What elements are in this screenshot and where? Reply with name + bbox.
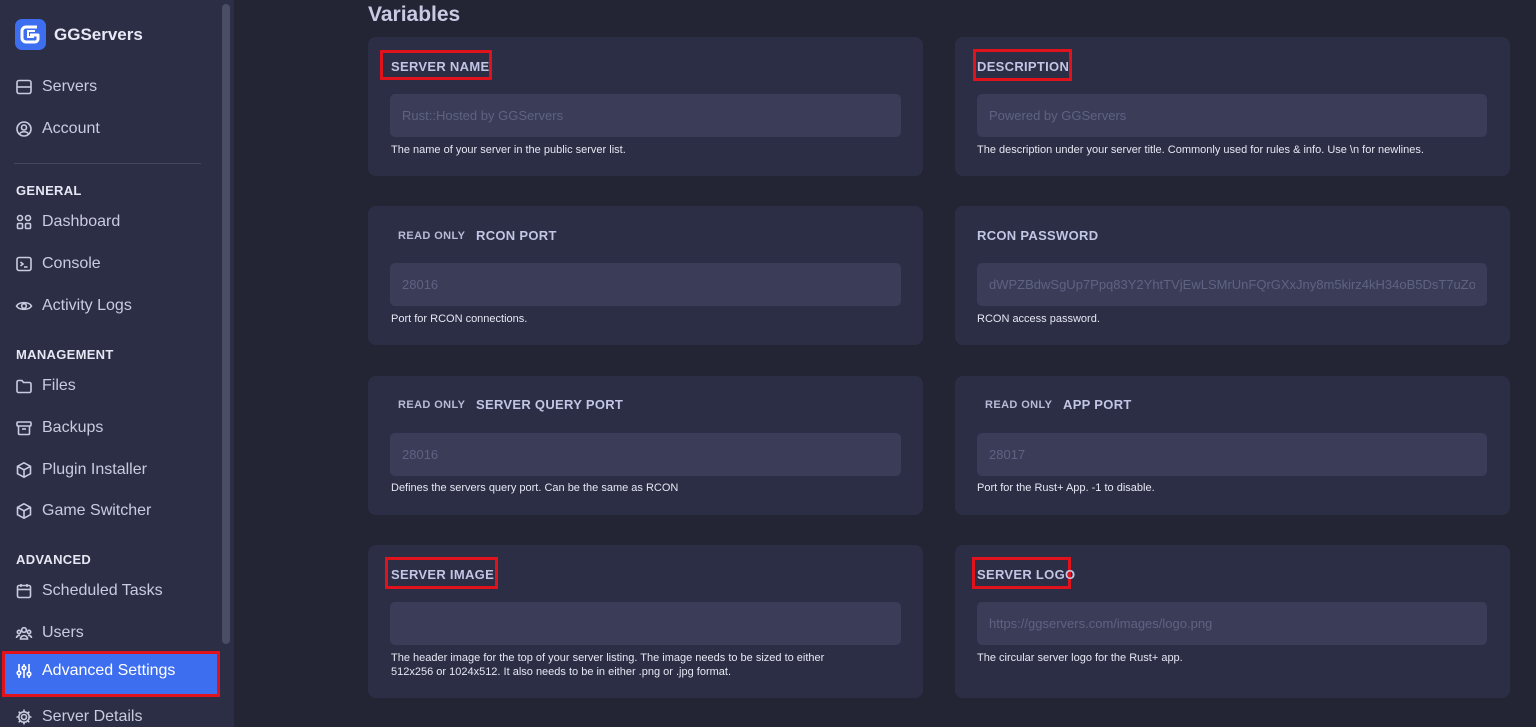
sidebar-item-scheduled-tasks[interactable]: Scheduled Tasks	[15, 579, 163, 603]
sidebar-item-game-switcher[interactable]: Game Switcher	[15, 499, 151, 523]
rcon-port-input[interactable]	[390, 263, 901, 306]
sidebar-item-label: Files	[42, 377, 76, 394]
sidebar-item-backups[interactable]: Backups	[15, 416, 103, 440]
folder-icon	[16, 379, 32, 394]
variable-help-text: Port for RCON connections.	[391, 313, 528, 325]
server-query-port-input[interactable]	[390, 433, 901, 476]
sidebar-item-label: Backups	[42, 419, 104, 436]
variable-card-server-query-port: READ ONLY SERVER QUERY PORT Defines the …	[368, 376, 923, 515]
sidebar-item-dashboard[interactable]: Dashboard	[15, 210, 120, 234]
variable-label: RCON PORT	[476, 228, 557, 243]
help-line: The header image for the top of your ser…	[391, 652, 825, 664]
brand-name: GGServers	[54, 24, 143, 44]
brand[interactable]: GGServers	[15, 19, 143, 50]
grid-icon	[16, 214, 32, 230]
gear-icon	[16, 709, 32, 725]
variable-help-text: The circular server logo for the Rust+ a…	[977, 652, 1183, 664]
variable-card-rcon-password: RCON PASSWORD RCON access password.	[955, 206, 1510, 345]
variable-label: DESCRIPTION	[977, 59, 1070, 74]
sidebar-item-console[interactable]: Console	[15, 252, 101, 276]
variable-label: RCON PASSWORD	[977, 228, 1099, 243]
calendar-icon	[16, 584, 32, 599]
variable-card-app-port: READ ONLY APP PORT Port for the Rust+ Ap…	[955, 376, 1510, 515]
variable-label: SERVER NAME	[391, 59, 490, 74]
sidebar: GGServers Servers Account GENERAL Dashbo…	[0, 0, 234, 727]
sidebar-item-label: Account	[42, 120, 100, 137]
sidebar-divider	[14, 163, 201, 164]
ggservers-logo-icon	[15, 19, 46, 50]
sidebar-item-label: Activity Logs	[42, 297, 132, 314]
variable-card-rcon-port: READ ONLY RCON PORT Port for RCON connec…	[368, 206, 923, 345]
sidebar-item-label: Plugin Installer	[42, 461, 147, 478]
sidebar-item-label: Game Switcher	[42, 502, 152, 519]
section-title-management: MANAGEMENT	[16, 347, 114, 362]
sidebar-item-label: Servers	[42, 78, 98, 95]
variable-help-text: Port for the Rust+ App. -1 to disable.	[977, 482, 1155, 494]
variable-card-description: DESCRIPTION The description under your s…	[955, 37, 1510, 176]
sidebar-item-label: Console	[42, 255, 101, 272]
sidebar-scrollbar[interactable]	[222, 4, 230, 644]
variable-help-text: The description under your server title.…	[977, 144, 1424, 156]
section-title-general: GENERAL	[16, 183, 82, 198]
sidebar-item-users[interactable]: Users	[15, 621, 84, 645]
app-port-input[interactable]	[977, 433, 1487, 476]
variable-help-text: The header image for the top of your ser…	[391, 651, 824, 679]
variable-help-text: The name of your server in the public se…	[391, 144, 626, 156]
read-only-badge: READ ONLY	[985, 399, 1053, 411]
sidebar-item-servers[interactable]: Servers	[15, 75, 97, 99]
sidebar-item-account[interactable]: Account	[15, 117, 100, 141]
user-circle-icon	[16, 121, 32, 137]
help-line: 512x256 or 1024x512. It also needs to be…	[391, 666, 732, 678]
variable-help-text: RCON access password.	[977, 313, 1100, 325]
read-only-badge: READ ONLY	[398, 399, 466, 411]
sidebar-item-label: Dashboard	[42, 213, 121, 230]
sidebar-item-label: Users	[42, 624, 84, 641]
sidebar-item-server-details[interactable]: Server Details	[15, 705, 142, 727]
cube-icon	[16, 502, 32, 520]
variable-card-server-logo: SERVER LOGO The circular server logo for…	[955, 545, 1510, 698]
users-icon	[15, 626, 33, 640]
variable-help-text: Defines the servers query port. Can be t…	[391, 482, 679, 494]
server-name-input[interactable]	[390, 94, 901, 137]
description-input[interactable]	[977, 94, 1487, 137]
variable-card-server-name: SERVER NAME The name of your server in t…	[368, 37, 923, 176]
eye-icon	[15, 301, 33, 311]
sidebar-item-label: Advanced Settings	[42, 662, 176, 679]
server-image-input[interactable]	[390, 602, 901, 645]
read-only-badge: READ ONLY	[398, 230, 466, 242]
server-icon	[16, 79, 32, 95]
archive-icon	[16, 421, 32, 436]
sidebar-item-label: Scheduled Tasks	[42, 582, 163, 599]
terminal-icon	[16, 256, 32, 272]
sliders-icon	[16, 664, 32, 678]
page-title: Variables	[368, 3, 461, 26]
sidebar-item-files[interactable]: Files	[15, 374, 76, 398]
sidebar-item-advanced-settings[interactable]: Advanced Settings	[2, 651, 220, 697]
sidebar-item-activity-logs[interactable]: Activity Logs	[15, 294, 132, 318]
server-logo-input[interactable]	[977, 602, 1487, 645]
variable-label: SERVER QUERY PORT	[476, 397, 624, 412]
variable-label: SERVER LOGO	[977, 567, 1076, 582]
section-title-advanced: ADVANCED	[16, 552, 92, 567]
sidebar-item-plugin-installer[interactable]: Plugin Installer	[15, 458, 147, 482]
cube-icon	[16, 461, 32, 479]
variable-label: APP PORT	[1063, 397, 1132, 412]
variable-label: SERVER IMAGE	[391, 567, 495, 582]
sidebar-item-advanced-settings-inner: Advanced Settings	[15, 662, 175, 680]
rcon-password-input[interactable]	[977, 263, 1487, 306]
variable-card-server-image: SERVER IMAGE The header image for the to…	[368, 545, 923, 698]
sidebar-item-label: Server Details	[42, 708, 143, 725]
